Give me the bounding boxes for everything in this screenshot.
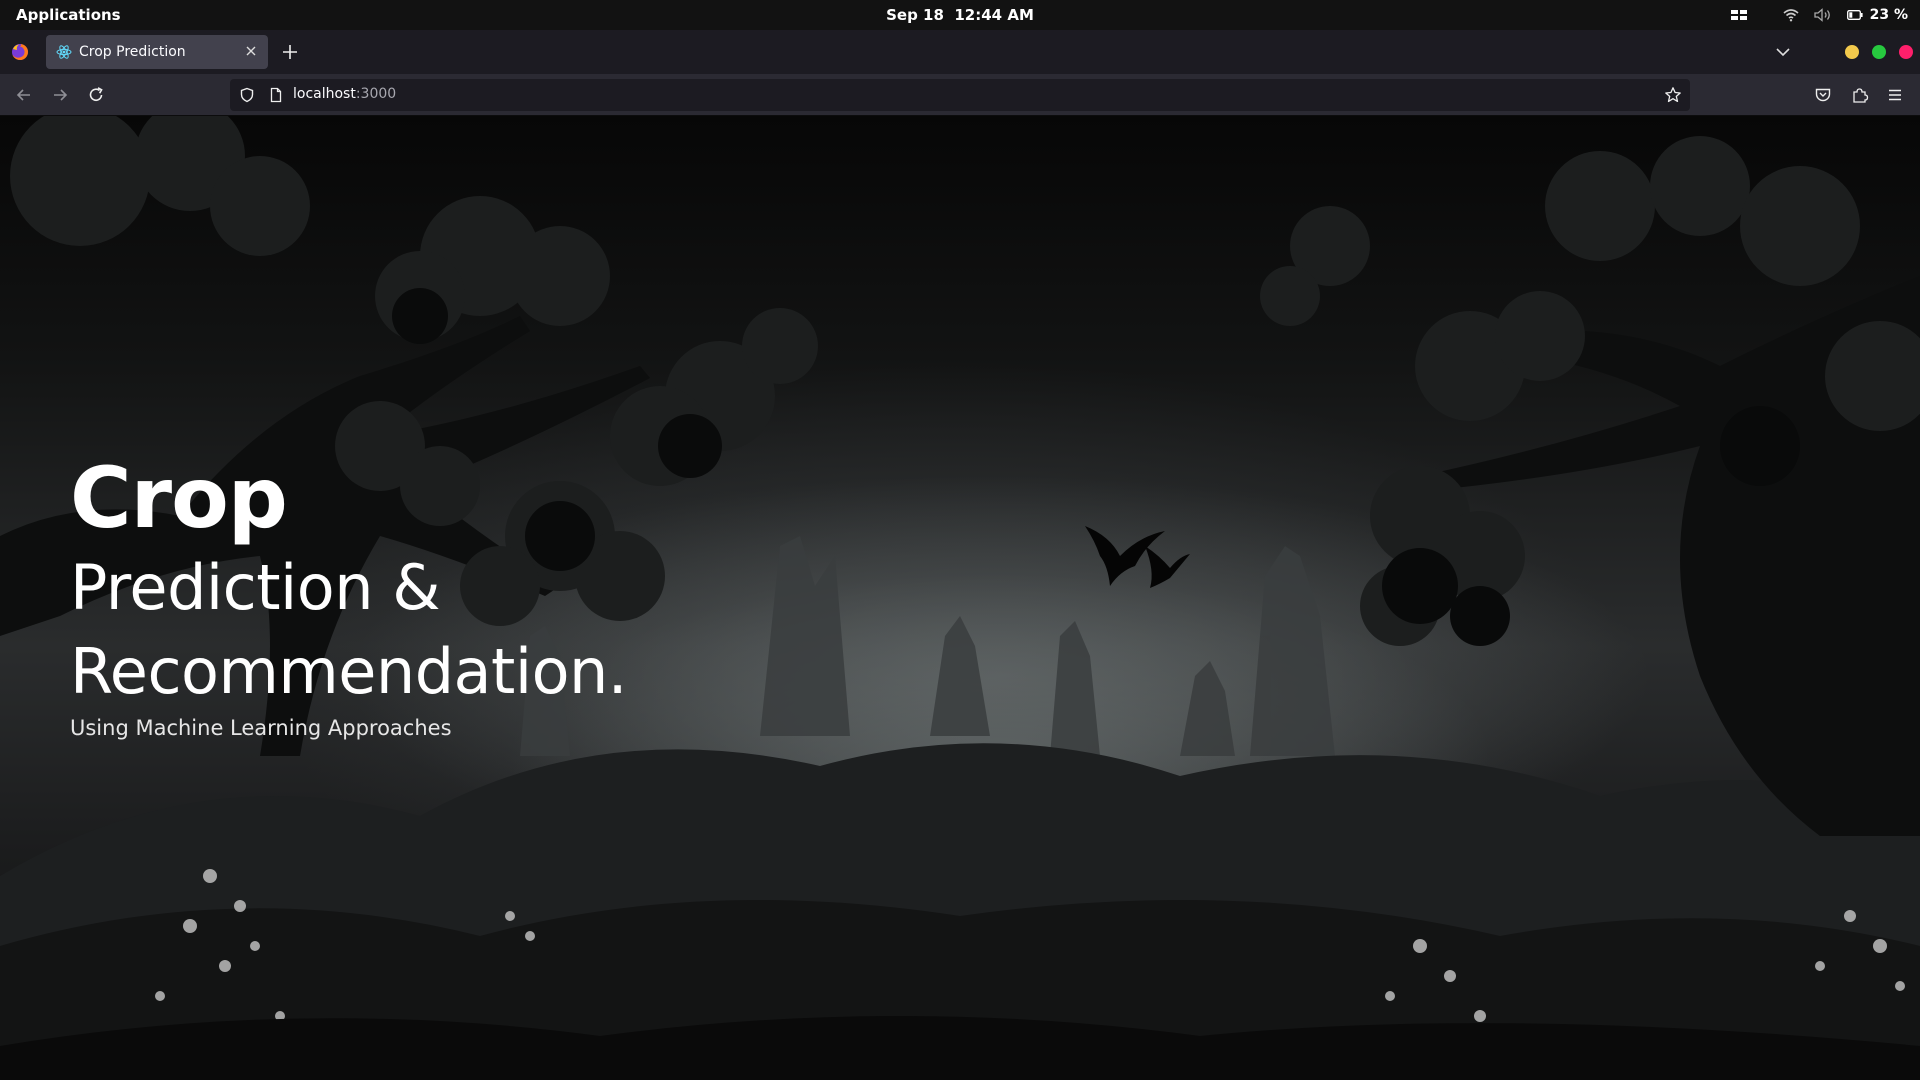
wifi-icon[interactable]: [1782, 6, 1800, 24]
close-tab-icon[interactable]: [243, 43, 259, 59]
browser-nav-bar: localhost:3000: [0, 74, 1920, 116]
workspaces-icon[interactable]: [1730, 6, 1748, 24]
applications-menu[interactable]: Applications: [16, 6, 121, 24]
system-tray: 23 %: [1730, 0, 1908, 30]
bookmark-star-icon[interactable]: [1664, 86, 1682, 104]
url-bar[interactable]: localhost:3000: [230, 79, 1690, 111]
tab-title: Crop Prediction: [79, 44, 186, 60]
system-top-bar: Applications Sep 18 12:44 AM 23 %: [0, 0, 1920, 30]
clock-time[interactable]: 12:44 AM: [954, 6, 1034, 24]
app-menu-hamburger-icon[interactable]: [1885, 85, 1905, 105]
pocket-icon[interactable]: [1813, 85, 1833, 105]
hero-subtitle-line-2: Recommendation.: [70, 635, 628, 708]
list-all-tabs-chevron-icon[interactable]: [1774, 44, 1792, 60]
battery-percent: 23 %: [1869, 7, 1908, 23]
react-icon: [56, 44, 72, 60]
tracking-protection-shield-icon[interactable]: [239, 87, 255, 103]
hero-tagline: Using Machine Learning Approaches: [70, 716, 452, 740]
window-maximize-button[interactable]: [1872, 45, 1886, 59]
reload-icon[interactable]: [86, 85, 106, 105]
browser-tab-bar: Crop Prediction: [0, 30, 1920, 74]
firefox-logo-icon: [11, 43, 29, 61]
forward-arrow-icon[interactable]: [50, 85, 70, 105]
url-text[interactable]: localhost:3000: [293, 86, 396, 102]
url-host: localhost: [293, 86, 356, 102]
tab-crop-prediction[interactable]: Crop Prediction: [46, 35, 268, 69]
extensions-puzzle-icon[interactable]: [1850, 85, 1870, 105]
back-arrow-icon[interactable]: [14, 85, 34, 105]
hero-title: Crop: [70, 449, 288, 547]
window-minimize-button[interactable]: [1845, 45, 1859, 59]
battery-icon[interactable]: [1846, 6, 1864, 24]
new-tab-plus-icon[interactable]: [280, 42, 300, 62]
hero-text-block: Crop Prediction & Recommendation. Using …: [70, 449, 628, 744]
hero-subtitle-line-1: Prediction &: [70, 551, 441, 624]
page-info-icon[interactable]: [268, 87, 284, 103]
clock: Sep 18 12:44 AM: [0, 6, 1920, 24]
window-close-button[interactable]: [1899, 45, 1913, 59]
volume-icon[interactable]: [1813, 6, 1832, 24]
url-port: :3000: [355, 86, 397, 102]
hero-section: Crop Prediction & Recommendation. Using …: [0, 116, 1920, 1080]
clock-date[interactable]: Sep 18: [886, 6, 944, 24]
